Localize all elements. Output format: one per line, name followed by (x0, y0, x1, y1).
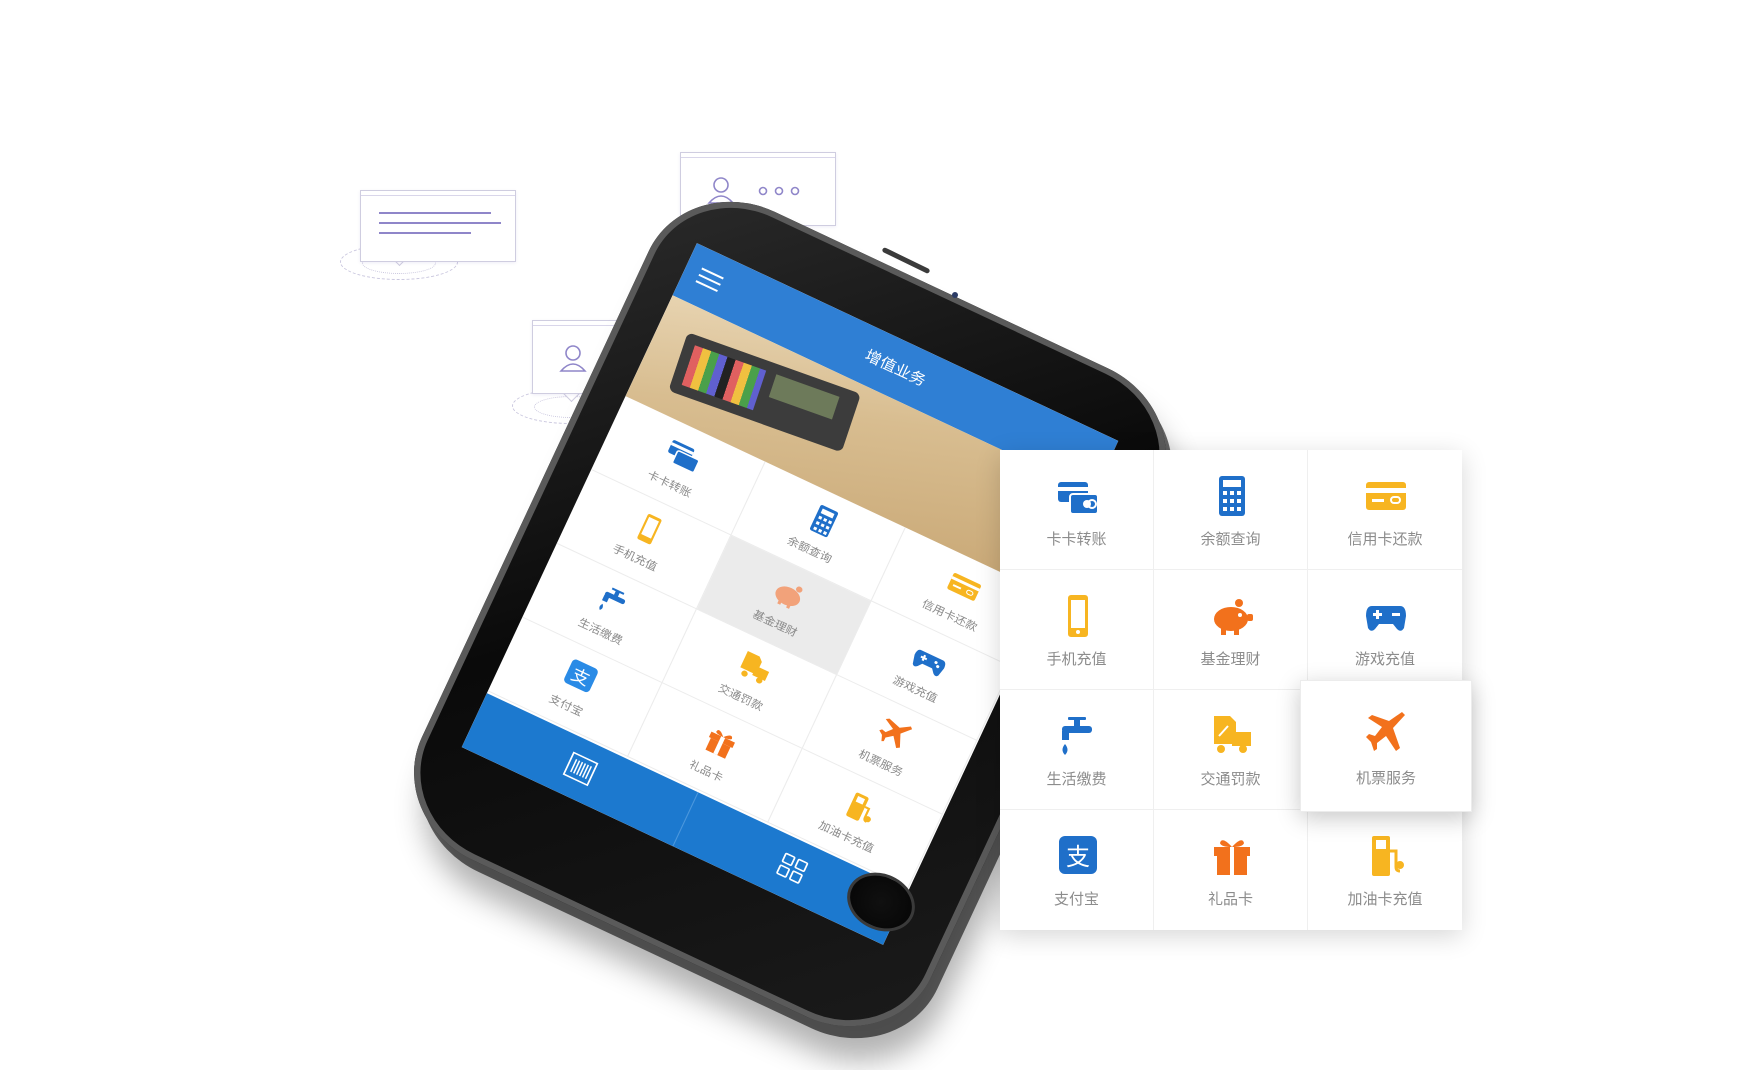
panel-item-label: 信用卡还款 (1347, 530, 1423, 548)
fuel-pump-icon (1372, 836, 1404, 876)
piggy-bank-icon (775, 586, 803, 609)
mobile-icon (637, 513, 662, 545)
panel-item-label: 机票服务 (1355, 769, 1416, 787)
panel-item-label: 余额查询 (1200, 530, 1261, 548)
traffic-fine-icon (740, 651, 770, 684)
faucet-icon (1062, 717, 1092, 755)
svg-text:支: 支 (1066, 843, 1090, 871)
card-transfer-icon (1058, 482, 1099, 515)
calculator-icon (1219, 476, 1245, 516)
panel-item-balance-query[interactable]: 余额查询 (1154, 450, 1308, 570)
panel-item-label: 生活缴费 (1046, 770, 1107, 788)
service-panel: 卡卡转账 余额查询 信用卡还款 手机充值 基金理财 游戏充值 生活缴费 交通罚款… (1000, 450, 1472, 930)
credit-card-icon (947, 573, 981, 601)
gamepad-icon (912, 649, 946, 677)
panel-item-label: 游戏充值 (1354, 650, 1415, 668)
panel-item-utilities[interactable]: 生活缴费 (1000, 690, 1154, 810)
gift-icon (705, 730, 735, 759)
panel-item-traffic-fine[interactable]: 交通罚款 (1154, 690, 1308, 810)
panel-item-fund[interactable]: 基金理财 (1154, 570, 1308, 690)
panel-item-label: 交通罚款 (1200, 770, 1261, 788)
gift-icon (1214, 840, 1250, 875)
mobile-icon (1068, 595, 1088, 637)
panel-item-alipay[interactable]: 支 支付宝 (1000, 810, 1154, 930)
panel-item-label: 基金理财 (1200, 650, 1261, 668)
panel-item-fuel-card[interactable]: 加油卡充值 (1308, 810, 1462, 930)
panel-item-label: 卡卡转账 (1046, 530, 1107, 548)
panel-item-flights[interactable]: 机票服务 (1300, 680, 1472, 812)
front-camera (952, 292, 958, 298)
panel-item-label: 礼品卡 (1207, 890, 1253, 908)
airplane-icon (879, 718, 913, 749)
airplane-icon (1366, 712, 1405, 751)
alipay-icon: 支 (1059, 836, 1097, 874)
panel-item-label: 加油卡充值 (1347, 890, 1423, 908)
piggy-bank-icon (1214, 599, 1253, 635)
panel-item-game-topup[interactable]: 游戏充值 (1308, 570, 1462, 690)
gamepad-icon (1366, 606, 1406, 631)
fuel-pump-icon (846, 792, 871, 823)
panel-item-label: 支付宝 (1053, 890, 1099, 908)
grid-apps-icon (775, 852, 808, 884)
panel-item-gift-card[interactable]: 礼品卡 (1154, 810, 1308, 930)
panel-item-label: 手机充值 (1046, 650, 1107, 668)
card-transfer-icon (668, 440, 700, 474)
credit-card-icon (1366, 482, 1406, 510)
panel-item-card-transfer[interactable]: 卡卡转账 (1000, 450, 1154, 570)
alipay-icon: 支 (564, 659, 598, 693)
panel-item-mobile-topup[interactable]: 手机充值 (1000, 570, 1154, 690)
calculator-icon (809, 505, 839, 538)
traffic-fine-icon (1214, 716, 1251, 753)
barcode-icon (562, 751, 598, 787)
panel-item-credit-card[interactable]: 信用卡还款 (1308, 450, 1462, 570)
faucet-icon (599, 587, 626, 611)
